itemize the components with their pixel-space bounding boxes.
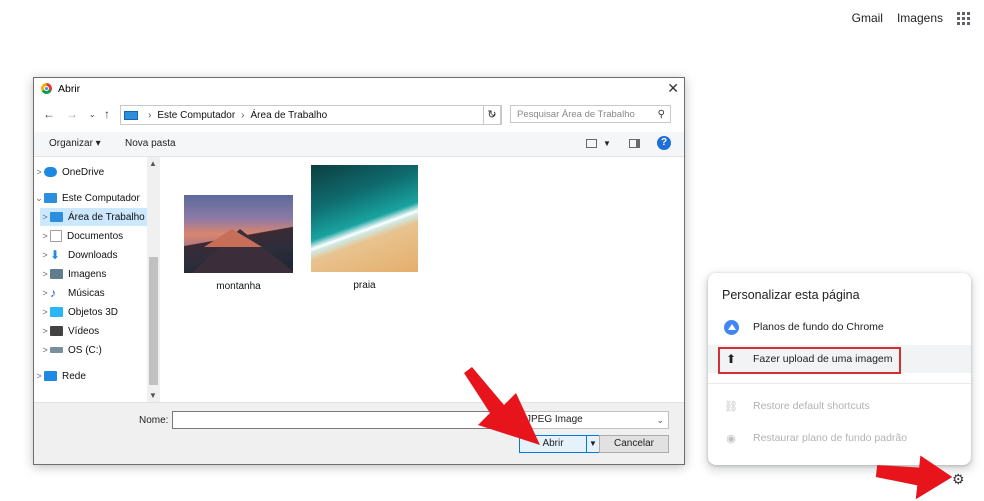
beach-thumbnail bbox=[311, 165, 418, 272]
onedrive-cloud-icon bbox=[44, 167, 57, 177]
tree-item-videos[interactable]: > Vídeos bbox=[40, 322, 160, 340]
pictures-icon bbox=[50, 269, 63, 279]
file-name: praia bbox=[353, 280, 376, 291]
file-item-praia[interactable]: praia bbox=[308, 165, 421, 291]
link-icon: ⛓ bbox=[724, 400, 738, 413]
drive-icon bbox=[50, 347, 63, 353]
preview-pane-icon[interactable] bbox=[629, 139, 640, 148]
tree-item-music[interactable]: > ♪ Músicas bbox=[40, 284, 160, 302]
dialog-title: Abrir bbox=[58, 83, 81, 95]
up-arrow-icon[interactable]: ↑ bbox=[104, 107, 110, 121]
organize-menu[interactable]: Organizar ▾ bbox=[49, 138, 101, 149]
chrome-backgrounds-icon bbox=[723, 319, 739, 335]
3d-cube-icon bbox=[50, 307, 63, 317]
refresh-icon[interactable]: ↻ bbox=[483, 105, 501, 125]
file-view: montanha praia bbox=[161, 157, 684, 402]
images-link[interactable]: Imagens bbox=[897, 11, 943, 25]
tree-item-drive-c[interactable]: > OS (C:) bbox=[40, 341, 160, 359]
music-note-icon: ♪ bbox=[50, 286, 56, 300]
tree-item-network[interactable]: > Rede bbox=[34, 367, 160, 385]
scrollbar-thumb[interactable] bbox=[149, 257, 158, 385]
network-icon bbox=[44, 371, 57, 381]
search-input[interactable]: Pesquisar Área de Trabalho ⚲ bbox=[510, 105, 671, 123]
dialog-toolbar: Organizar ▾ Nova pasta ▼ ? bbox=[34, 132, 684, 157]
view-options-icon[interactable] bbox=[586, 139, 597, 148]
dialog-titlebar: Abrir ✕ bbox=[34, 78, 684, 100]
panel-title: Personalizar esta página bbox=[722, 288, 860, 302]
recent-chevron-icon[interactable]: ⌄ bbox=[89, 110, 96, 119]
restore-background-item[interactable]: ◉ Restaurar plano de fundo padrão bbox=[708, 424, 971, 452]
search-icon: ⚲ bbox=[657, 109, 665, 120]
mountain-thumbnail bbox=[184, 195, 293, 273]
documents-icon bbox=[50, 230, 62, 242]
new-folder-button[interactable]: Nova pasta bbox=[125, 138, 176, 149]
scroll-down-icon[interactable]: ▼ bbox=[149, 391, 157, 400]
view-dropdown-icon[interactable]: ▼ bbox=[603, 139, 611, 148]
dialog-footer: Nome: JPEG Image ⌄ Abrir ▼ Cancelar bbox=[34, 402, 684, 464]
help-icon[interactable]: ? bbox=[657, 136, 671, 150]
tree-item-downloads[interactable]: > ⬇ Downloads bbox=[40, 246, 160, 264]
computer-icon bbox=[44, 193, 57, 203]
restore-icon: ◉ bbox=[726, 432, 736, 445]
cancel-button[interactable]: Cancelar bbox=[599, 435, 669, 453]
annotation-arrow-icon bbox=[875, 455, 953, 500]
restore-shortcuts-item[interactable]: ⛓ Restore default shortcuts bbox=[708, 392, 971, 420]
desktop-icon bbox=[50, 212, 63, 222]
tree-item-desktop[interactable]: > Área de Trabalho bbox=[40, 208, 160, 226]
gmail-link[interactable]: Gmail bbox=[852, 11, 883, 25]
tree-item-documents[interactable]: > Documentos bbox=[40, 227, 160, 245]
navigation-bar: ← → ⌄ ↑ › Este Computador › Área de Trab… bbox=[34, 104, 684, 126]
breadcrumb-computer[interactable]: Este Computador bbox=[157, 110, 235, 121]
apps-grid-icon[interactable] bbox=[957, 11, 970, 25]
breadcrumb-desktop[interactable]: Área de Trabalho bbox=[251, 110, 328, 121]
panel-divider bbox=[708, 383, 971, 384]
address-bar[interactable]: › Este Computador › Área de Trabalho ⌄ bbox=[120, 105, 502, 125]
name-label: Nome: bbox=[139, 415, 169, 426]
open-options-dropdown[interactable]: ▼ bbox=[586, 435, 600, 453]
video-film-icon bbox=[50, 326, 63, 336]
tree-item-3d-objects[interactable]: > Objetos 3D bbox=[40, 303, 160, 321]
navigation-tree: > OneDrive ⌄ Este Computador > Área de T… bbox=[34, 157, 160, 401]
scroll-up-icon[interactable]: ▲ bbox=[149, 159, 157, 168]
file-item-montanha[interactable]: montanha bbox=[182, 195, 295, 292]
tree-item-pictures[interactable]: > Imagens bbox=[40, 265, 160, 283]
close-icon[interactable]: ✕ bbox=[667, 80, 679, 97]
computer-icon bbox=[124, 110, 138, 120]
chevron-down-icon: ⌄ bbox=[656, 415, 664, 425]
back-arrow-icon[interactable]: ← bbox=[43, 107, 55, 121]
tree-scrollbar[interactable]: ▲ ▼ bbox=[147, 157, 160, 402]
annotation-arrow-icon bbox=[464, 367, 540, 445]
file-open-dialog: Abrir ✕ ← → ⌄ ↑ › Este Computador › Área… bbox=[33, 77, 685, 465]
upload-highlight-box bbox=[718, 347, 901, 374]
tree-item-onedrive[interactable]: > OneDrive bbox=[34, 163, 160, 181]
chrome-backgrounds-item[interactable]: Planos de fundo do Chrome bbox=[708, 313, 971, 341]
tree-item-this-pc[interactable]: ⌄ Este Computador bbox=[34, 189, 160, 207]
forward-arrow-icon[interactable]: → bbox=[66, 107, 78, 121]
file-name: montanha bbox=[216, 281, 261, 292]
download-arrow-icon: ⬇ bbox=[50, 248, 61, 262]
chrome-logo-icon bbox=[41, 83, 52, 94]
google-top-links: Gmail Imagens bbox=[852, 11, 970, 25]
file-type-select[interactable]: JPEG Image ⌄ bbox=[521, 411, 669, 429]
